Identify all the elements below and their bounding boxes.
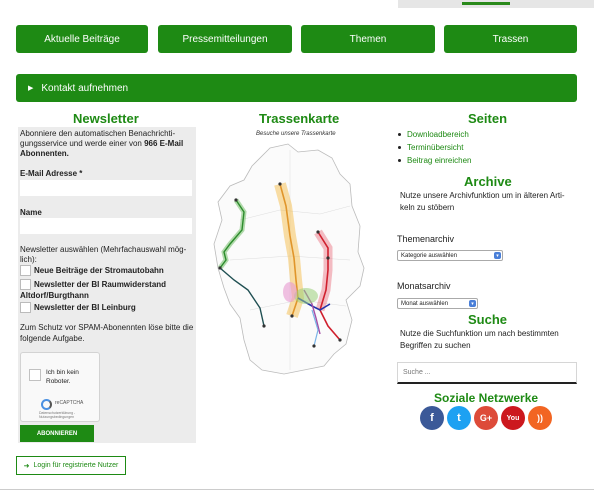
footer-divider [0,489,594,490]
archive-text-line-2: keln zu stöbern [400,203,455,212]
contact-toggle[interactable]: ▶ Kontakt aufnehmen [16,74,577,102]
nav-trassen[interactable]: Trassen [444,25,577,53]
name-label: Name [20,208,42,217]
top-strip [398,0,594,8]
youtube-icon[interactable]: You [501,406,525,430]
map-title: Trassenkarte [259,111,340,126]
link-beitrag-einreichen[interactable]: Beitrag einreichen [398,154,471,167]
newsletter-intro-line-1: Abonniere den automatischen Benachrichti… [20,129,176,138]
suche-title: Suche [468,312,508,327]
bullet-icon [398,159,401,162]
map-subtitle[interactable]: Besuche unsere Trassenkarte [256,131,336,137]
themenarchiv-select[interactable]: Kategorie auswählen ▾ [397,250,503,261]
seiten-title: Seiten [468,111,508,126]
seiten-list: Downloadbereich Terminübersicht Beitrag … [398,128,471,167]
link-downloadbereich-label: Downloadbereich [407,130,469,139]
facebook-icon[interactable]: f [420,406,444,430]
google-plus-icon[interactable]: G+ [474,406,498,430]
link-downloadbereich[interactable]: Downloadbereich [398,128,471,141]
nav-pressemitteilungen[interactable]: Pressemitteilungen [158,25,292,53]
archive-title: Archive [464,174,512,189]
login-icon: ➜ [23,462,30,470]
search-input[interactable]: Suche ... [397,362,577,384]
option-stromautobahn-label: Neue Beiträge der Stromautobahn [34,266,164,275]
caret-right-icon: ▶ [28,85,34,92]
email-field[interactable] [20,180,192,196]
subscribe-button[interactable]: ABONNIEREN [20,425,94,442]
themenarchiv-select-value: Kategorie auswählen [401,252,458,259]
newsletter-intro-line-3: Abonnenten. [20,149,69,158]
archive-text-line-1: Nutze unsere Archivfunktion um in ältere… [400,191,565,200]
monatsarchiv-label: Monatsarchiv [397,281,451,291]
subscriber-count: 966 E-Mail [144,139,184,148]
newsletter-intro-line-2: gungsservice und werde einer von 966 E-M… [20,139,183,149]
recaptcha-label-1: Ich bin kein [46,369,79,376]
rss-glyph: )) [537,413,543,423]
newsletter-title: Newsletter [73,111,139,126]
option-raumwiderstand-label: Newsletter der BI Raumwiderstand [34,280,167,289]
recaptcha-checkbox[interactable] [29,369,41,381]
suche-text-line-1: Nutze die Suchfunktion um nach bestimmte… [400,329,559,338]
email-label: E-Mail Adresse * [20,169,83,178]
link-beitrag-einreichen-label: Beitrag einreichen [407,156,472,165]
recaptcha-label: Ich bin kein Roboter. [46,368,79,386]
link-terminuebersicht-label: Terminübersicht [407,143,464,152]
login-button[interactable]: ➜ Login für registrierte Nutzer [16,456,126,475]
recaptcha-terms[interactable]: Datenschutzerklärung - Nutzungsbedingung… [39,411,99,419]
highlight-area-pink [283,282,297,302]
top-strip-mark [462,2,510,5]
login-label: Login für registrierte Nutzer [33,462,119,469]
bullet-icon [398,133,401,136]
name-field[interactable] [20,218,192,234]
youtube-glyph: You [506,414,520,422]
social-title: Soziale Netzwerke [434,391,539,405]
select-label-line-1: Newsletter auswählen (Mehrfachauswahl mö… [20,245,187,254]
monatsarchiv-select[interactable]: Monat auswählen ▾ [397,298,478,309]
route-map[interactable] [200,140,390,380]
google-plus-glyph: G+ [479,413,493,423]
select-label-line-2: lich): [20,255,37,264]
newsletter-intro-text: gungsservice und werde einer von [20,139,142,148]
twitter-icon[interactable]: t [447,406,471,430]
spam-text-line-1: Zum Schutz vor SPAM-Abonennten löse bitt… [20,323,194,332]
twitter-glyph: t [457,412,461,424]
rss-icon[interactable]: )) [528,406,552,430]
contact-label: Kontakt aufnehmen [41,82,129,94]
suche-text-line-2: Begriffen zu suchen [400,341,471,350]
option-leinburg-label: Newsletter der BI Leinburg [34,303,136,312]
option-raumwiderstand-label-2: Altdorf/Burgthann [20,291,89,300]
nav-aktuelle-beitraege[interactable]: Aktuelle Beiträge [16,25,148,53]
bullet-icon [398,146,401,149]
recaptcha-widget: Ich bin kein Roboter. reCAPTCHA Datenschu… [20,352,100,422]
chevron-down-icon: ▾ [469,300,476,307]
spam-text-line-2: folgende Aufgabe. [20,334,85,343]
search-placeholder: Suche ... [403,369,431,376]
checkbox-raumwiderstand[interactable] [20,279,31,290]
monatsarchiv-select-value: Monat auswählen [401,300,449,307]
chevron-down-icon: ▾ [494,252,501,259]
checkbox-leinburg[interactable] [20,302,31,313]
highlight-area-green [294,288,318,304]
recaptcha-brand: reCAPTCHA [55,400,84,406]
themenarchiv-label: Themenarchiv [397,234,455,244]
facebook-glyph: f [430,412,434,424]
link-terminuebersicht[interactable]: Terminübersicht [398,141,471,154]
checkbox-stromautobahn[interactable] [20,265,31,276]
recaptcha-logo-icon [41,399,52,410]
nav-themen[interactable]: Themen [301,25,435,53]
recaptcha-label-2: Roboter. [46,378,71,385]
